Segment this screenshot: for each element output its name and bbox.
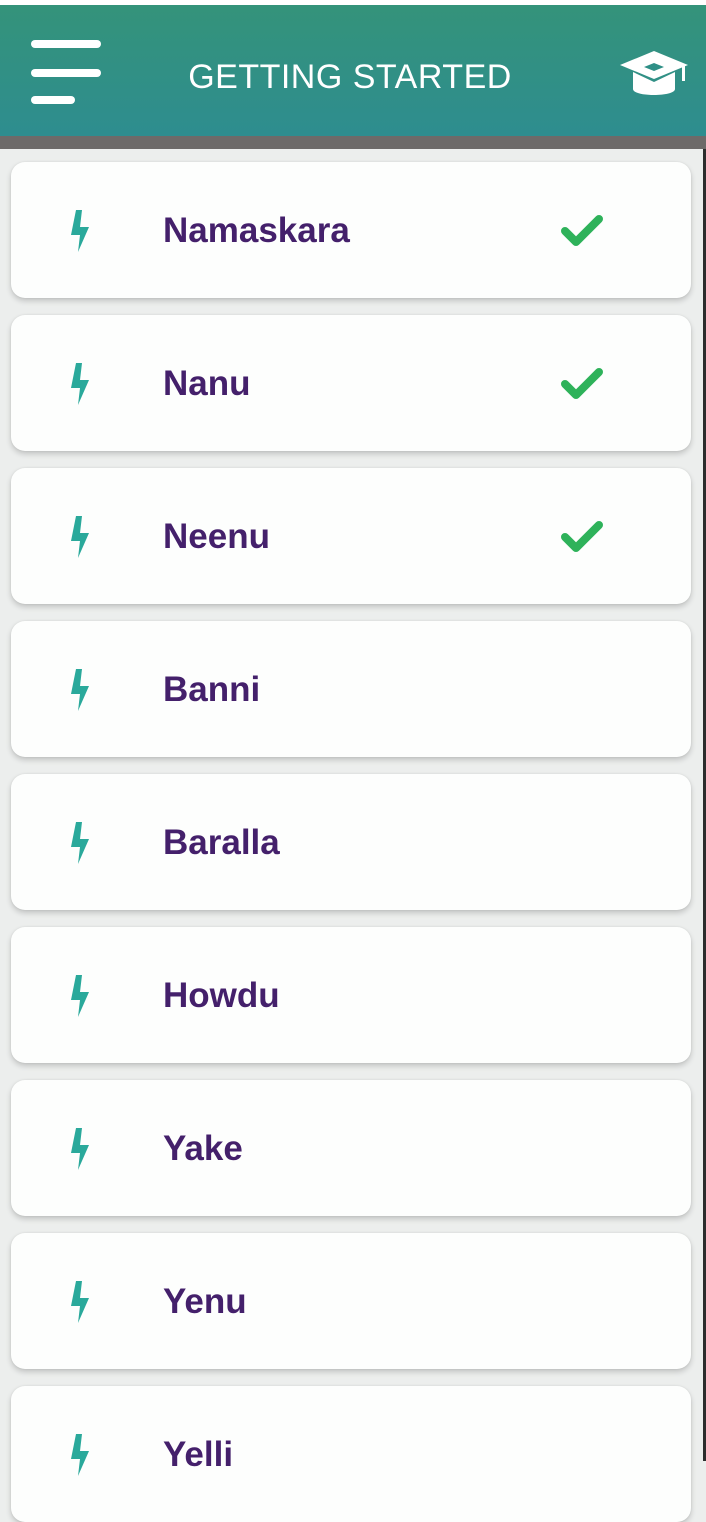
page-title: GETTING STARTED xyxy=(188,58,512,96)
lightning-bolt-icon xyxy=(71,1434,89,1476)
lightning-bolt-icon xyxy=(71,669,89,711)
lightning-bolt-icon xyxy=(71,516,89,558)
lesson-card-howdu[interactable]: Howdu xyxy=(11,927,691,1063)
lesson-label: Neenu xyxy=(163,517,270,556)
lightning-bolt-icon xyxy=(71,363,89,405)
lesson-label: Yenu xyxy=(163,1282,247,1321)
lesson-card-namaskara[interactable]: Namaskara xyxy=(11,162,691,298)
lesson-card-yake[interactable]: Yake xyxy=(11,1080,691,1216)
lightning-bolt-icon xyxy=(71,1128,89,1170)
lesson-label: Nanu xyxy=(163,364,251,403)
lesson-card-yenu[interactable]: Yenu xyxy=(11,1233,691,1369)
lesson-card-nanu[interactable]: Nanu xyxy=(11,315,691,451)
lesson-label: Namaskara xyxy=(163,211,350,250)
lightning-bolt-icon xyxy=(71,822,89,864)
lesson-label: Baralla xyxy=(163,823,280,862)
lesson-label: Howdu xyxy=(163,976,280,1015)
lesson-card-banni[interactable]: Banni xyxy=(11,621,691,757)
checkmark-icon xyxy=(561,521,603,552)
checkmark-icon xyxy=(561,215,603,246)
graduation-cap-icon xyxy=(620,51,688,95)
lesson-label: Banni xyxy=(163,670,261,709)
app-header: GETTING STARTED xyxy=(0,5,706,136)
lightning-bolt-icon xyxy=(71,210,89,252)
checkmark-icon xyxy=(561,368,603,399)
lesson-label: Yelli xyxy=(163,1435,234,1474)
lightning-bolt-icon xyxy=(71,1281,89,1323)
lesson-card-neenu[interactable]: Neenu xyxy=(11,468,691,604)
lightning-bolt-icon xyxy=(71,975,89,1017)
lesson-card-yelli[interactable]: Yelli xyxy=(11,1386,691,1522)
lesson-card-baralla[interactable]: Baralla xyxy=(11,774,691,910)
learn-button[interactable] xyxy=(618,45,690,107)
lesson-label: Yake xyxy=(163,1129,243,1168)
header-divider xyxy=(0,136,706,149)
